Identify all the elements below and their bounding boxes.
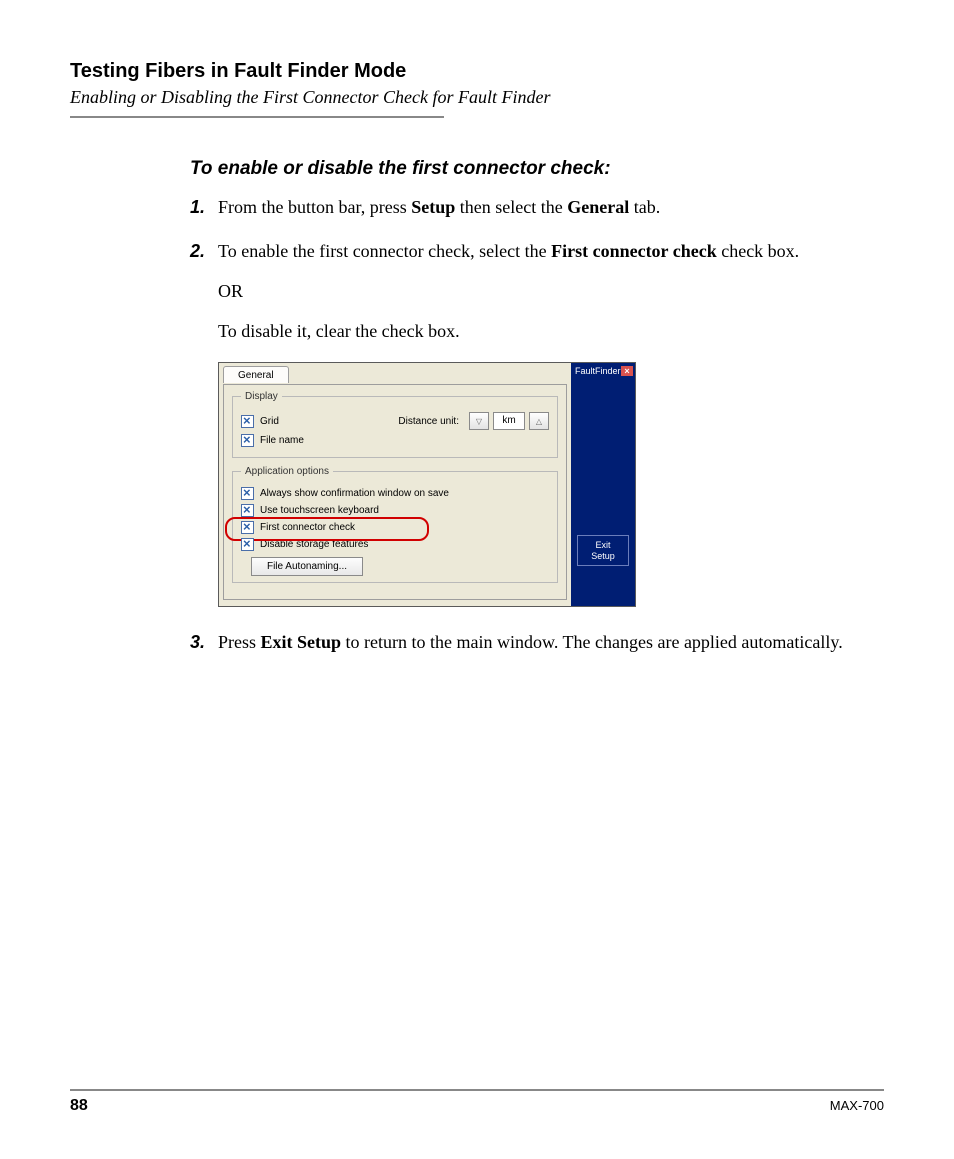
- text: check box.: [717, 241, 799, 261]
- distance-unit-field[interactable]: km: [493, 412, 525, 430]
- group-display: Display Grid Distance unit: ▽ km △: [232, 391, 558, 458]
- chapter-title: Testing Fibers in Fault Finder Mode: [70, 60, 884, 83]
- model-label: MAX-700: [830, 1098, 884, 1113]
- page-footer: 88 MAX-700: [70, 1089, 884, 1115]
- distance-unit-increment[interactable]: △: [529, 412, 549, 430]
- text: then select the: [455, 197, 567, 217]
- checkbox-grid[interactable]: [241, 415, 254, 428]
- app-mode-label: FaultFinder: [575, 366, 621, 376]
- bold-exit-setup: Exit Setup: [261, 632, 342, 652]
- text: to return to the main window. The change…: [341, 632, 843, 652]
- text: Press: [218, 632, 261, 652]
- group-application-options: Application options Always show confirma…: [232, 466, 558, 583]
- chapter-subtitle: Enabling or Disabling the First Connecto…: [70, 87, 884, 108]
- checkbox-disable-storage[interactable]: [241, 538, 254, 551]
- exit-setup-label: ExitSetup: [578, 540, 628, 562]
- tab-general[interactable]: General: [223, 366, 289, 383]
- text: From the button bar, press: [218, 197, 411, 217]
- step-3: 3. Press Exit Setup to return to the mai…: [190, 629, 884, 655]
- text-or: OR: [218, 278, 884, 304]
- checkbox-confirm-on-save[interactable]: [241, 487, 254, 500]
- label-grid: Grid: [260, 416, 398, 427]
- setup-panel: General Display Grid Distance unit: ▽ km: [219, 363, 571, 606]
- step-2: 2. To enable the first connector check, …: [190, 238, 884, 344]
- file-autonaming-button[interactable]: File Autonaming...: [251, 557, 363, 576]
- exit-setup-button[interactable]: ExitSetup: [577, 535, 629, 567]
- step-number: 1.: [190, 194, 218, 220]
- bold-general: General: [567, 197, 629, 217]
- distance-unit-decrement[interactable]: ▽: [469, 412, 489, 430]
- footer-rule: [70, 1089, 884, 1091]
- label-confirm-on-save: Always show confirmation window on save: [260, 488, 549, 499]
- header-rule: [70, 116, 444, 118]
- label-first-connector-check: First connector check: [260, 522, 549, 533]
- group-application-options-legend: Application options: [241, 466, 333, 477]
- bold-first-connector-check: First connector check: [551, 241, 717, 261]
- text: tab.: [629, 197, 660, 217]
- checkbox-filename[interactable]: [241, 434, 254, 447]
- group-display-legend: Display: [241, 391, 282, 402]
- text: To disable it, clear the check box.: [218, 318, 884, 344]
- label-touchscreen-keyboard: Use touchscreen keyboard: [260, 505, 549, 516]
- checkbox-touchscreen-keyboard[interactable]: [241, 504, 254, 517]
- bold-setup: Setup: [411, 197, 455, 217]
- side-panel: FaultFinder × ExitSetup: [571, 363, 635, 606]
- step-1: 1. From the button bar, press Setup then…: [190, 194, 884, 220]
- checkbox-first-connector-check[interactable]: [241, 521, 254, 534]
- text: To enable the first connector check, sel…: [218, 241, 551, 261]
- label-filename: File name: [260, 435, 549, 446]
- page-number: 88: [70, 1097, 88, 1115]
- step-number: 2.: [190, 238, 218, 344]
- label-disable-storage: Disable storage features: [260, 539, 549, 550]
- step-number: 3.: [190, 629, 218, 655]
- close-icon[interactable]: ×: [621, 366, 633, 376]
- section-heading: To enable or disable the first connector…: [190, 158, 884, 180]
- embedded-setup-window: General Display Grid Distance unit: ▽ km: [218, 362, 636, 607]
- label-distance-unit: Distance unit:: [398, 416, 459, 427]
